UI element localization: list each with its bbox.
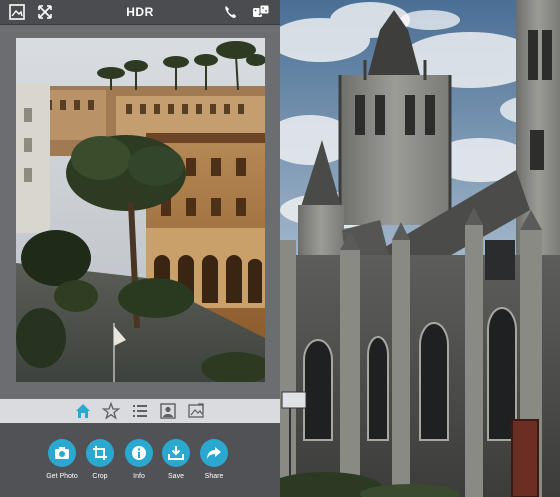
action-bar: Get Photo Crop Info Save Share <box>0 423 280 497</box>
crop-icon <box>86 439 114 467</box>
save-tray-icon <box>162 439 190 467</box>
get-photo-label: Get Photo <box>46 473 78 480</box>
star-icon[interactable] <box>102 402 120 420</box>
share-arrow-icon <box>200 439 228 467</box>
tab-bar <box>0 399 280 423</box>
hdr-preview-photo[interactable] <box>16 38 265 382</box>
save-button[interactable]: Save <box>156 439 196 480</box>
dice-icon[interactable] <box>252 3 270 21</box>
list-icon[interactable] <box>131 402 149 420</box>
share-button[interactable]: Share <box>194 439 234 480</box>
phone-icon[interactable] <box>222 3 240 21</box>
info-label: Info <box>133 473 145 480</box>
hdr-cathedral-photo <box>280 0 560 497</box>
crop-button[interactable]: Crop <box>80 439 120 480</box>
picture-edit-icon[interactable] <box>187 402 205 420</box>
portrait-icon[interactable] <box>159 402 177 420</box>
share-label: Share <box>204 473 224 480</box>
camera-icon <box>48 439 76 467</box>
info-icon <box>125 439 153 467</box>
save-label: Save <box>168 473 184 480</box>
hdr-app-screen: HDR Get Photo Crop Info Save Share <box>0 0 280 497</box>
crop-label: Crop <box>92 473 108 480</box>
top-toolbar: HDR <box>0 0 280 25</box>
info-button[interactable]: Info <box>119 439 159 480</box>
home-icon[interactable] <box>74 402 92 420</box>
get-photo-button[interactable]: Get Photo <box>42 439 82 480</box>
